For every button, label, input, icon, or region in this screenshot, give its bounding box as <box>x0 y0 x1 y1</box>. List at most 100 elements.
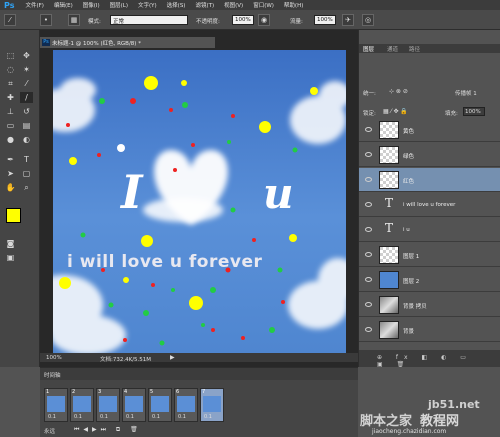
tab-channels[interactable]: 通道 <box>387 45 398 53</box>
animation-frame[interactable]: 6 0.1 <box>174 388 198 422</box>
move-tool-icon[interactable]: ✥ <box>20 50 33 61</box>
layer-row[interactable]: 黄色 <box>359 118 500 142</box>
crop-tool-icon[interactable]: ⌗ <box>4 78 17 89</box>
layer-row[interactable]: 红色 <box>359 168 500 192</box>
tab-paths[interactable]: 路径 <box>409 45 420 53</box>
app-logo: Ps <box>4 0 15 10</box>
animation-frame[interactable]: 2 0.1 <box>70 388 94 422</box>
status-arrow-icon[interactable]: ▶ <box>170 354 175 361</box>
layer-row[interactable]: Ti u <box>359 218 500 242</box>
quick-mask-icon[interactable]: ◙ <box>4 238 17 249</box>
fill-label: 填充: <box>445 111 458 117</box>
screen-mode-icon[interactable]: ▣ <box>4 252 17 263</box>
menu-window[interactable]: 窗口(W) <box>248 1 279 9</box>
animation-frame[interactable]: 7 0.1 <box>200 388 224 422</box>
menu-help[interactable]: 帮助(H) <box>279 1 308 9</box>
zoom-level[interactable]: 100% <box>46 355 62 361</box>
canvas-artwork: I u i will love u forever <box>53 50 346 353</box>
type-tool-icon[interactable]: T <box>20 154 33 165</box>
brush-preset-icon[interactable]: ⁄ <box>4 14 16 26</box>
hand-tool-icon[interactable]: ✋ <box>4 182 17 193</box>
frame-delay[interactable]: 0.1 <box>204 414 212 420</box>
canvas[interactable]: I u i will love u forever <box>53 50 346 353</box>
gradient-tool-icon[interactable]: ▤ <box>20 120 33 131</box>
layer-thumbnail <box>379 271 399 289</box>
menu-file[interactable]: 文件(F) <box>20 1 48 9</box>
visibility-eye-icon[interactable] <box>365 302 372 307</box>
menu-image[interactable]: 图像(I) <box>78 1 105 9</box>
eraser-tool-icon[interactable]: ▭ <box>4 120 17 131</box>
eyedropper-icon[interactable]: ⁄ <box>20 78 33 89</box>
menu-filter[interactable]: 滤镜(T) <box>190 1 219 9</box>
frame-delay[interactable]: 0.1 <box>152 414 160 420</box>
pressure-opacity-icon[interactable]: ◉ <box>258 14 270 26</box>
stamp-tool-icon[interactable]: ⊥ <box>4 106 17 117</box>
propagate-label[interactable]: 传播帧 1 <box>455 89 477 97</box>
fill-field[interactable]: 100% <box>463 107 485 116</box>
frame-thumbnail <box>203 396 221 412</box>
document-tab[interactable]: Ps 未标题-1 @ 100% (红色, RGB/8) * <box>40 37 215 48</box>
opacity-field[interactable]: 100% <box>232 15 254 25</box>
pen-tool-icon[interactable]: ✒ <box>4 154 17 165</box>
playback-controls[interactable]: ⏮◀▶⏭ ⧉ 🗑 <box>74 426 142 434</box>
lasso-tool-icon[interactable]: ◌ <box>4 64 17 75</box>
history-brush-icon[interactable]: ↺ <box>20 106 33 117</box>
menu-edit[interactable]: 编辑(E) <box>49 1 78 9</box>
visibility-eye-icon[interactable] <box>365 177 372 182</box>
layer-row[interactable]: 图层 2 <box>359 268 500 292</box>
mode-select[interactable]: 正常 <box>110 15 188 25</box>
pressure-size-icon[interactable]: ◎ <box>362 14 374 26</box>
magic-wand-icon[interactable]: ✶ <box>20 64 33 75</box>
brush-tool-icon[interactable]: / <box>20 92 33 103</box>
layer-thumbnail <box>379 246 399 264</box>
layer-row[interactable]: 图层 1 <box>359 243 500 267</box>
healing-brush-icon[interactable]: ✚ <box>4 92 17 103</box>
animation-frame[interactable]: 1 0.1 <box>44 388 68 422</box>
menu-select[interactable]: 选择(S) <box>162 1 191 9</box>
layer-thumbnail <box>379 121 399 139</box>
visibility-eye-icon[interactable] <box>365 127 372 132</box>
rectangle-tool-icon[interactable]: ▢ <box>20 168 33 179</box>
path-select-icon[interactable]: ➤ <box>4 168 17 179</box>
animation-frame[interactable]: 4 0.1 <box>122 388 146 422</box>
frame-delay[interactable]: 0.1 <box>126 414 134 420</box>
menu-view[interactable]: 视图(V) <box>219 1 248 9</box>
marquee-tool-icon[interactable]: ⬚ <box>4 50 17 61</box>
blur-tool-icon[interactable]: ● <box>4 134 17 145</box>
lock-icons[interactable]: ▦ ⁄ ✥ 🔒 <box>383 108 408 115</box>
layer-name: 图层 1 <box>403 254 420 260</box>
dodge-tool-icon[interactable]: ◐ <box>20 134 33 145</box>
visibility-eye-icon[interactable] <box>365 277 372 282</box>
airbrush-icon[interactable]: ✈ <box>342 14 354 26</box>
timeline-title: 时间轴 <box>44 373 61 379</box>
frame-delay[interactable]: 0.1 <box>100 414 108 420</box>
brush-panel-icon[interactable]: ▦ <box>68 14 80 26</box>
frame-delay[interactable]: 0.1 <box>74 414 82 420</box>
visibility-eye-icon[interactable] <box>365 327 372 332</box>
layer-row[interactable]: Ti will love u forever <box>359 193 500 217</box>
visibility-eye-icon[interactable] <box>365 202 372 207</box>
visibility-eye-icon[interactable] <box>365 252 372 257</box>
layers-panel: 图层 通道 路径 统一: ⊹ ⊗ ⊘ 传播帧 1 锁定: ▦ ⁄ ✥ 🔒 填充:… <box>358 30 500 368</box>
visibility-eye-icon[interactable] <box>365 152 372 157</box>
menu-layer[interactable]: 图层(L) <box>105 1 133 9</box>
frame-delay[interactable]: 0.1 <box>178 414 186 420</box>
layer-actions-bar[interactable]: ⊕ fx ◧ ◐ ▭ ▣ 🗑 <box>359 350 500 368</box>
visibility-eye-icon[interactable] <box>365 227 372 232</box>
menu-type[interactable]: 文字(Y) <box>133 1 162 9</box>
foreground-color-swatch[interactable] <box>6 208 21 223</box>
layer-row[interactable]: 绿色 <box>359 143 500 167</box>
flow-field[interactable]: 100% <box>314 15 336 25</box>
animation-frame[interactable]: 3 0.1 <box>96 388 120 422</box>
loop-select[interactable]: 永远 <box>44 427 55 435</box>
brush-size-icon[interactable]: • <box>40 14 52 26</box>
animation-frame[interactable]: 5 0.1 <box>148 388 172 422</box>
opacity-label: 不透明度: <box>196 19 220 25</box>
layer-row[interactable]: 背景 <box>359 318 500 342</box>
frame-delay[interactable]: 0.1 <box>48 414 56 420</box>
tab-layers[interactable]: 图层 <box>363 45 374 53</box>
layer-row[interactable]: 背景 拷贝 <box>359 293 500 317</box>
zoom-tool-icon[interactable]: ⌕ <box>20 182 33 193</box>
document-info[interactable]: 文档:732.4K/5.51M <box>100 355 151 363</box>
unify-icons[interactable]: ⊹ ⊗ ⊘ <box>389 88 408 95</box>
